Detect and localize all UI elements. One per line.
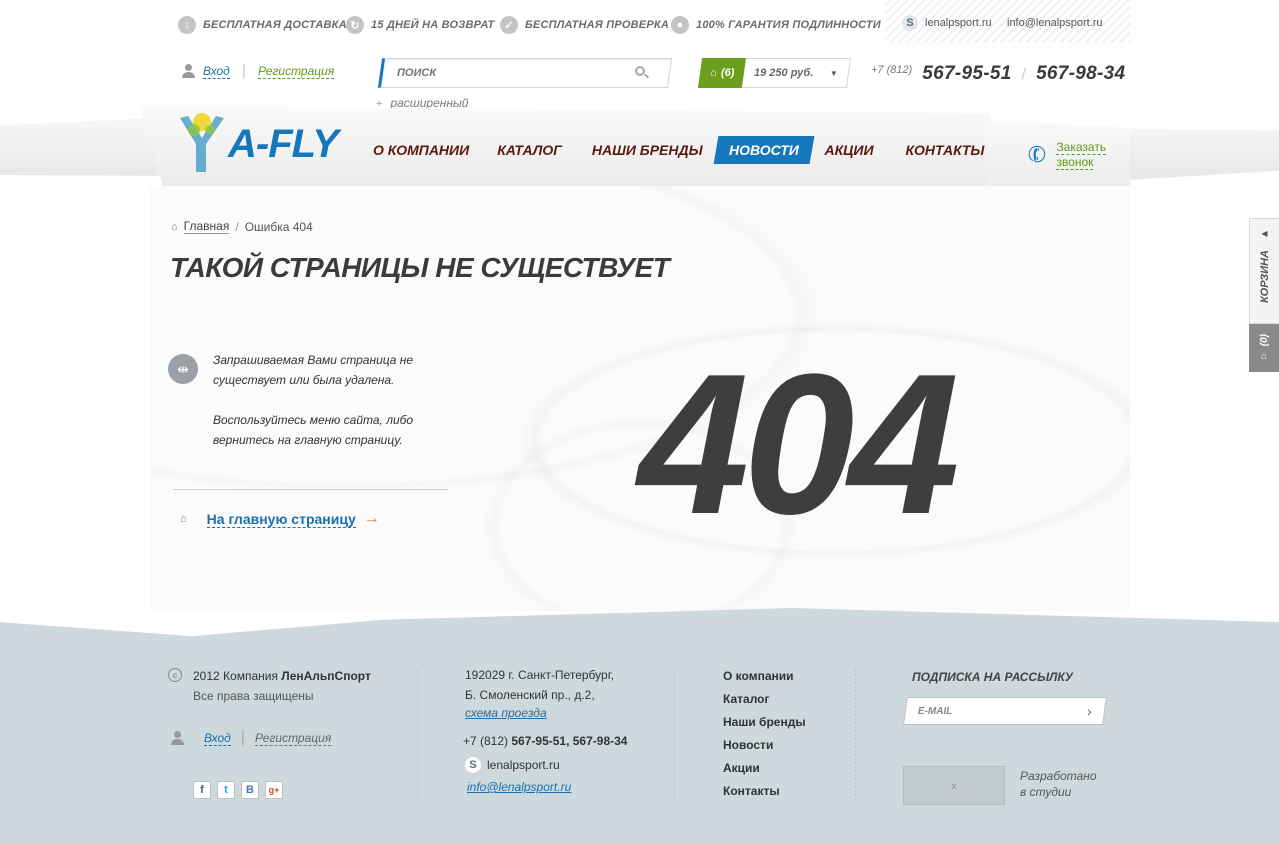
footer-menu-contacts[interactable]: Контакты [723, 784, 806, 798]
breadcrumb-current: Ошибка 404 [244, 219, 313, 234]
nav-item-brands[interactable]: НАШИ БРЕНДЫ [579, 136, 716, 164]
map-link[interactable]: схема проезда [465, 706, 547, 720]
rights: Все права защищены [193, 689, 314, 703]
divider: / [1021, 66, 1027, 83]
basket-icon: ⌂ [1260, 350, 1268, 362]
address-line-2: Б. Смоленский пр., д.2, [465, 688, 595, 702]
nav-item-promotions[interactable]: АКЦИИ [811, 136, 886, 164]
benefit-guarantee: ● 100% ГАРАНТИЯ ПОДЛИННОСТИ [671, 16, 881, 34]
collapse-arrow-icon[interactable]: ◀ [1261, 229, 1267, 238]
nav-item-about[interactable]: О КОМПАНИИ [360, 136, 482, 164]
chevron-down-icon[interactable]: ▼ [830, 69, 838, 78]
side-cart-count[interactable]: (0) ⌂ [1249, 324, 1279, 372]
footer-email-link[interactable]: info@lenalpsport.ru [467, 780, 571, 794]
search-icon[interactable] [635, 66, 649, 80]
footer-menu-catalog[interactable]: Каталог [723, 692, 806, 706]
skype-icon: S [465, 757, 481, 773]
home-icon: ⌂ [171, 220, 178, 233]
address-line-1: 192029 г. Санкт-Петербург, [465, 668, 614, 682]
plus-icon: + [376, 97, 383, 110]
top-email[interactable]: info@lenalpsport.ru [1007, 17, 1103, 29]
submit-arrow-icon[interactable]: › [1087, 703, 1092, 719]
studio-logo[interactable]: x [903, 766, 1005, 805]
benefit-check: ✓ БЕСПЛАТНАЯ ПРОВЕРКА [500, 16, 669, 34]
footer-divider [674, 670, 675, 802]
google-plus-icon[interactable]: g+ [265, 781, 283, 799]
top-skype[interactable]: S lenalpsport.ru [902, 15, 992, 31]
nav-item-contacts[interactable]: КОНТАКТЫ [893, 136, 998, 164]
basket-icon: ⌂ [710, 67, 717, 79]
copyright-icon: c [168, 668, 182, 682]
return-arrow-icon: ↻ [346, 16, 364, 34]
footer-user-links: Вход | Регистрация [170, 729, 332, 747]
footer-login-link[interactable]: Вход [204, 731, 231, 746]
nav-item-catalog[interactable]: КАТАЛОГ [484, 136, 575, 164]
copyright: 2012 Компания ЛенАльпСпорт [193, 669, 371, 683]
search-input[interactable] [397, 67, 627, 79]
subscribe-title: ПОДПИСКА НА РАССЫЛКУ [912, 670, 1073, 684]
footer-register-link[interactable]: Регистрация [254, 731, 332, 746]
footer-phones: +7 (812) 567-95-51, 567-98-34 [463, 734, 628, 748]
vk-icon[interactable]: B [241, 781, 259, 799]
facebook-icon[interactable]: f [193, 781, 211, 799]
user-icon [170, 731, 184, 745]
footer-menu-news[interactable]: Новости [723, 738, 806, 752]
footer-menu-brands[interactable]: Наши бренды [723, 715, 806, 729]
search-box[interactable] [377, 58, 673, 88]
footer-menu-about[interactable]: О компании [723, 669, 806, 683]
home-page-link-row[interactable]: ⌂ На главную страницу → [180, 510, 380, 528]
breadcrumb-home-link[interactable]: Главная [183, 219, 230, 234]
phone-2[interactable]: 567-98-34 [1036, 63, 1125, 85]
checkmark-icon: ✓ [500, 16, 518, 34]
user-icon [181, 64, 195, 78]
twitter-icon[interactable]: t [217, 781, 235, 799]
footer-menu: О компании Каталог Наши бренды Новости А… [723, 669, 806, 798]
nav-item-news[interactable]: НОВОСТИ [713, 136, 814, 164]
footer-divider [417, 670, 418, 802]
mini-cart[interactable]: ⌂ (6) 19 250 руб. ▼ [697, 58, 852, 88]
footer-skype[interactable]: S lenalpsport.ru [465, 757, 560, 773]
callback-request[interactable]: ✆ Заказать звонок [1024, 140, 1107, 170]
arrow-down-icon: ↓ [178, 16, 196, 34]
social-links: f t B g+ [193, 781, 283, 799]
error-message: Запрашиваемая Вами страница не существуе… [213, 353, 414, 447]
divider: | [240, 729, 245, 746]
breadcrumb: ⌂ Главная / Ошибка 404 [171, 219, 313, 234]
thumbs-up-icon: ● [671, 16, 689, 34]
footer-menu-promotions[interactable]: Акции [723, 761, 806, 775]
benefit-free-delivery: ↓ БЕСПЛАТНАЯ ДОСТАВКА [178, 16, 347, 34]
error-code: 404 [638, 333, 960, 556]
divider [173, 489, 448, 490]
site-logo[interactable]: A-FLY [172, 108, 357, 178]
phone-icon: ✆ [1024, 139, 1050, 170]
login-link[interactable]: Вход [203, 64, 230, 79]
benefit-return: ↻ 15 ДНЕЙ НА ВОЗВРАТ [346, 16, 494, 34]
email-input[interactable]: E-MAIL [918, 706, 952, 717]
logo-figure-icon [180, 113, 224, 172]
developed-by: Разработано в студии [1020, 769, 1097, 799]
subscribe-field[interactable]: E-MAIL › [903, 697, 1107, 725]
footer [0, 608, 1279, 843]
phone-1[interactable]: 567-95-51 [922, 63, 1011, 85]
arrow-right-icon: → [363, 510, 380, 527]
divider: | [241, 62, 246, 79]
skype-icon: S [902, 15, 918, 31]
cart-count[interactable]: ⌂ (6) [697, 58, 747, 88]
side-cart-tab[interactable]: ◀ КОРЗИНА [1249, 218, 1279, 324]
home-icon: ⌂ [180, 513, 187, 525]
main-nav: О КОМПАНИИ КАТАЛОГ НАШИ БРЕНДЫ НОВОСТИ А… [360, 136, 997, 164]
register-link[interactable]: Регистрация [257, 64, 335, 79]
header-phones: +7 (812) 567-95-51 / 567-98-34 [871, 63, 1126, 85]
cart-sum[interactable]: 19 250 руб. ▼ [742, 58, 852, 88]
footer-divider [855, 670, 856, 802]
signpost-icon: ⇹ [168, 354, 198, 384]
home-page-link[interactable]: На главную страницу [206, 511, 356, 528]
page-title: ТАКОЙ СТРАНИЦЫ НЕ СУЩЕСТВУЕТ [170, 252, 670, 283]
user-links: Вход | Регистрация [181, 62, 335, 80]
